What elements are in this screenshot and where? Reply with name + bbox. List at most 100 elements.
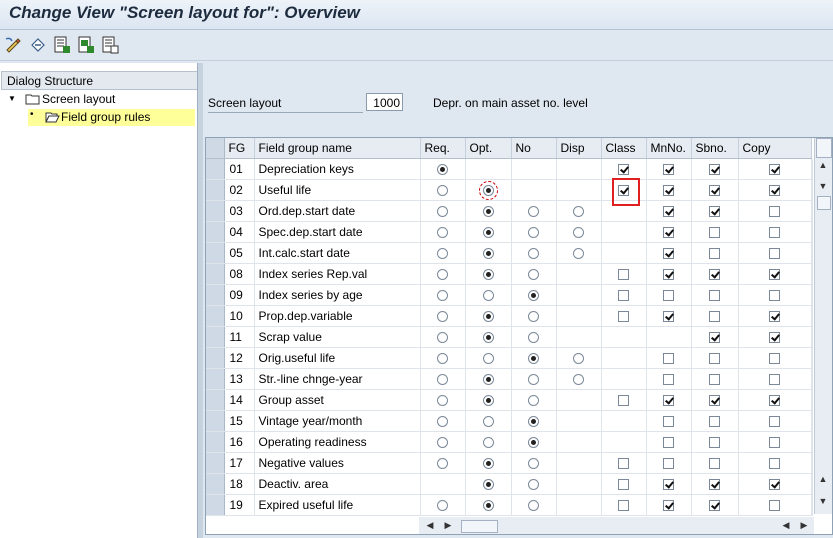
copy-checkbox[interactable] — [769, 395, 780, 407]
row-selector[interactable] — [206, 221, 225, 243]
no-radio[interactable] — [528, 353, 539, 365]
sbno-checkbox[interactable] — [709, 395, 720, 407]
req-radio[interactable] — [437, 269, 448, 281]
req-radio[interactable] — [437, 416, 448, 428]
undo-icon[interactable] — [28, 35, 48, 55]
req-radio[interactable] — [437, 458, 448, 470]
mnno-checkbox[interactable] — [663, 206, 674, 218]
opt-radio[interactable] — [482, 311, 494, 323]
scroll-right-icon[interactable]: ▶ — [797, 520, 811, 531]
copy-checkbox[interactable] — [769, 290, 780, 302]
disp-radio[interactable] — [573, 206, 584, 218]
no-radio[interactable] — [528, 458, 539, 470]
copy-checkbox[interactable] — [769, 437, 780, 449]
copy-checkbox[interactable] — [769, 374, 780, 386]
edit-icon[interactable] — [4, 35, 24, 55]
column-header-sbno[interactable]: Sbno. — [691, 138, 739, 159]
tree-node-screen-layout[interactable]: ▼ Screen layout — [4, 91, 194, 108]
copy-checkbox[interactable] — [769, 479, 780, 491]
req-radio[interactable] — [437, 500, 448, 512]
mnno-checkbox[interactable] — [663, 311, 674, 323]
disp-radio[interactable] — [573, 248, 584, 260]
row-selector[interactable] — [206, 494, 225, 516]
row-selector[interactable] — [206, 452, 225, 474]
no-radio[interactable] — [528, 500, 539, 512]
req-radio[interactable] — [437, 248, 448, 260]
scroll-page-down-icon[interactable]: ▼ — [816, 496, 830, 506]
sbno-checkbox[interactable] — [709, 437, 720, 449]
opt-radio[interactable] — [482, 395, 494, 407]
no-radio[interactable] — [528, 269, 539, 281]
column-header-req[interactable]: Req. — [420, 138, 466, 159]
sbno-checkbox[interactable] — [709, 353, 720, 365]
scroll-right-start-icon[interactable]: ▶ — [441, 520, 455, 531]
sbno-checkbox[interactable] — [709, 332, 720, 344]
row-selector[interactable] — [206, 410, 225, 432]
copy-checkbox[interactable] — [769, 500, 780, 512]
copy-checkbox[interactable] — [769, 206, 780, 218]
row-selector[interactable] — [206, 305, 225, 327]
row-selector[interactable] — [206, 200, 225, 222]
horizontal-scroll-thumb[interactable] — [461, 520, 498, 533]
copy-checkbox[interactable] — [769, 353, 780, 365]
no-radio[interactable] — [528, 374, 539, 386]
sbno-checkbox[interactable] — [709, 374, 720, 386]
req-radio[interactable] — [437, 332, 448, 344]
tree-node-field-group-rules[interactable]: • Field group rules — [28, 109, 195, 126]
req-radio[interactable] — [437, 206, 448, 218]
disp-radio[interactable] — [573, 227, 584, 239]
no-radio[interactable] — [528, 479, 539, 491]
opt-radio[interactable] — [482, 416, 494, 428]
sbno-checkbox[interactable] — [709, 164, 720, 176]
class-checkbox[interactable] — [618, 500, 629, 512]
opt-radio[interactable] — [482, 353, 494, 365]
row-selector[interactable] — [206, 347, 225, 369]
row-selector[interactable] — [206, 473, 225, 495]
req-radio[interactable] — [437, 353, 448, 365]
copy-checkbox[interactable] — [769, 248, 780, 260]
no-radio[interactable] — [528, 416, 539, 428]
mnno-checkbox[interactable] — [663, 500, 674, 512]
mnno-checkbox[interactable] — [663, 248, 674, 260]
opt-radio[interactable] — [482, 227, 494, 239]
column-header-no[interactable]: No — [511, 138, 557, 159]
no-radio[interactable] — [528, 248, 539, 260]
column-header-mnno[interactable]: MnNo. — [646, 138, 692, 159]
column-header-opt[interactable]: Opt. — [465, 138, 512, 159]
req-radio[interactable] — [437, 290, 448, 302]
class-checkbox[interactable] — [618, 290, 629, 302]
column-header-disp[interactable]: Disp — [556, 138, 602, 159]
copy-checkbox[interactable] — [769, 269, 780, 281]
scroll-left-end-icon[interactable]: ◀ — [779, 520, 793, 531]
mnno-checkbox[interactable] — [663, 290, 674, 302]
sbno-checkbox[interactable] — [709, 227, 720, 239]
mnno-checkbox[interactable] — [663, 437, 674, 449]
mnno-checkbox[interactable] — [663, 395, 674, 407]
row-selector[interactable] — [206, 368, 225, 390]
copy-checkbox[interactable] — [769, 416, 780, 428]
req-radio[interactable] — [437, 227, 448, 239]
class-checkbox[interactable] — [618, 164, 629, 176]
opt-radio[interactable] — [482, 458, 494, 470]
req-radio[interactable] — [437, 311, 448, 323]
column-header-copy[interactable]: Copy — [738, 138, 812, 159]
sbno-checkbox[interactable] — [709, 248, 720, 260]
opt-radio[interactable] — [482, 206, 494, 218]
mnno-checkbox[interactable] — [663, 479, 674, 491]
sbno-checkbox[interactable] — [709, 185, 720, 197]
copy-checkbox[interactable] — [769, 185, 780, 197]
copy-checkbox[interactable] — [769, 311, 780, 323]
mnno-checkbox[interactable] — [663, 164, 674, 176]
class-checkbox[interactable] — [618, 479, 629, 491]
copy-checkbox[interactable] — [769, 332, 780, 344]
no-radio[interactable] — [528, 206, 539, 218]
opt-radio[interactable] — [482, 332, 494, 344]
expand-triangle-icon[interactable]: ▼ — [8, 94, 16, 103]
opt-radio[interactable] — [482, 374, 494, 386]
copy-checkbox[interactable] — [769, 164, 780, 176]
mnno-checkbox[interactable] — [663, 227, 674, 239]
select-all-icon[interactable] — [52, 35, 72, 55]
class-checkbox[interactable] — [618, 269, 629, 281]
select-all-rows-button[interactable] — [206, 138, 225, 159]
class-checkbox[interactable] — [618, 311, 629, 323]
